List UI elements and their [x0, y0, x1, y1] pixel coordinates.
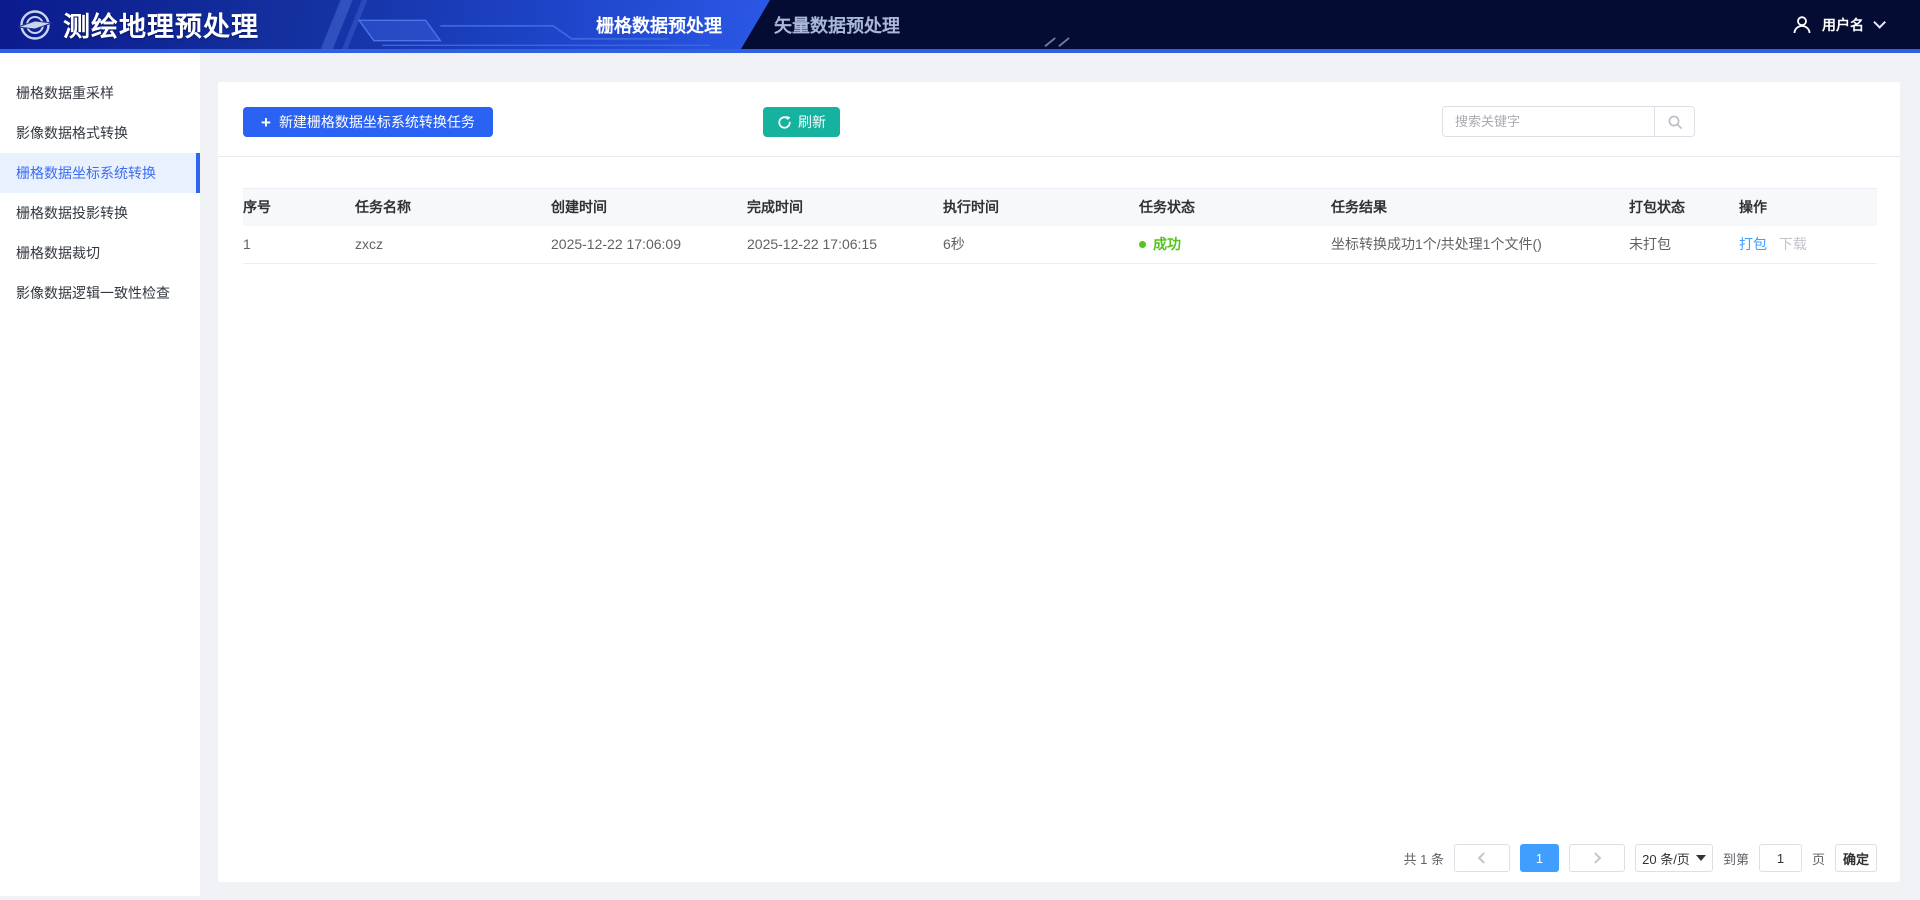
- refresh-button-label: 刷新: [798, 112, 826, 132]
- user-icon: [1791, 14, 1813, 36]
- username-label: 用户名: [1822, 15, 1864, 35]
- app-header: 测绘地理预处理 栅格数据预处理 矢量数据预处理 用户名: [0, 0, 1920, 53]
- cell-finished-time: 2025-12-22 17:06:15: [747, 226, 943, 264]
- task-table: 序号 任务名称 创建时间 完成时间 执行时间 任务状态 任务结果 打包状态 操作: [243, 188, 1877, 264]
- col-finished-time: 完成时间: [747, 189, 943, 226]
- col-created-time: 创建时间: [551, 189, 747, 226]
- cell-duration: 6秒: [943, 226, 1139, 264]
- cell-package-status: 未打包: [1629, 226, 1739, 264]
- cell-index: 1: [243, 226, 355, 264]
- plus-icon: +: [261, 114, 271, 131]
- user-menu[interactable]: 用户名: [1791, 0, 1882, 49]
- task-table-wrap: 序号 任务名称 创建时间 完成时间 执行时间 任务状态 任务结果 打包状态 操作: [243, 188, 1877, 264]
- col-package-status: 打包状态: [1629, 189, 1739, 226]
- goto-confirm-button[interactable]: 确定: [1835, 844, 1877, 872]
- sidebar-item-image-logic-check[interactable]: 影像数据逻辑一致性检查: [0, 273, 200, 313]
- new-task-button[interactable]: + 新建栅格数据坐标系统转换任务: [243, 107, 493, 137]
- col-index: 序号: [243, 189, 355, 226]
- cell-task-name: zxcz: [355, 226, 551, 264]
- sidebar-item-raster-resample[interactable]: 栅格数据重采样: [0, 73, 200, 113]
- main-area: + 新建栅格数据坐标系统转换任务 刷新: [200, 53, 1920, 896]
- search-button[interactable]: [1654, 107, 1694, 136]
- refresh-icon: [777, 115, 792, 130]
- next-page-button[interactable]: [1569, 844, 1625, 872]
- col-task-name: 任务名称: [355, 189, 551, 226]
- chevron-left-icon: [1478, 852, 1489, 863]
- sidebar: 栅格数据重采样 影像数据格式转换 栅格数据坐标系统转换 栅格数据投影转换 栅格数…: [0, 53, 200, 896]
- table-row: 1 zxcz 2025-12-22 17:06:09 2025-12-22 17…: [243, 226, 1877, 264]
- sidebar-item-raster-projection-convert[interactable]: 栅格数据投影转换: [0, 193, 200, 233]
- refresh-button[interactable]: 刷新: [763, 107, 840, 137]
- page-size-label: 20 条/页: [1642, 849, 1690, 868]
- search-icon: [1667, 114, 1683, 130]
- app-logo-icon: [17, 7, 53, 43]
- prev-page-button[interactable]: [1454, 844, 1510, 872]
- app-title: 测绘地理预处理: [63, 5, 259, 44]
- download-link: 下载: [1779, 236, 1807, 252]
- cell-result: 坐标转换成功1个/共处理1个文件(): [1331, 226, 1629, 264]
- top-nav: 栅格数据预处理 矢量数据预处理: [592, 0, 904, 49]
- current-page-button[interactable]: 1: [1520, 844, 1559, 872]
- status-dot: [1139, 241, 1146, 248]
- cell-created-time: 2025-12-22 17:06:09: [551, 226, 747, 264]
- table-header-row: 序号 任务名称 创建时间 完成时间 执行时间 任务状态 任务结果 打包状态 操作: [243, 189, 1877, 226]
- caret-down-icon: [1696, 855, 1706, 861]
- chevron-down-icon: [1873, 16, 1886, 29]
- chevron-right-icon: [1590, 852, 1601, 863]
- cell-actions: 打包 下载: [1739, 226, 1877, 264]
- col-result: 任务结果: [1331, 189, 1629, 226]
- goto-page-input[interactable]: [1759, 844, 1802, 872]
- sidebar-item-raster-coord-convert[interactable]: 栅格数据坐标系统转换: [0, 153, 200, 193]
- tab-raster-preprocess[interactable]: 栅格数据预处理: [592, 12, 726, 38]
- new-task-button-label: 新建栅格数据坐标系统转换任务: [279, 112, 475, 132]
- col-status: 任务状态: [1139, 189, 1331, 226]
- package-link[interactable]: 打包: [1739, 236, 1767, 252]
- page-size-select[interactable]: 20 条/页: [1635, 844, 1713, 872]
- toolbar: + 新建栅格数据坐标系统转换任务 刷新: [218, 82, 1900, 157]
- sidebar-item-image-format-convert[interactable]: 影像数据格式转换: [0, 113, 200, 153]
- goto-prefix-label: 到第: [1723, 849, 1749, 868]
- pagination: 共 1 条 1 20 条/页 到第 页 确定: [1404, 844, 1878, 872]
- content-card: + 新建栅格数据坐标系统转换任务 刷新: [218, 82, 1900, 882]
- tab-vector-preprocess[interactable]: 矢量数据预处理: [770, 12, 904, 38]
- goto-suffix-label: 页: [1812, 849, 1825, 868]
- search-box: [1442, 106, 1695, 137]
- col-actions: 操作: [1739, 189, 1877, 226]
- status-text: 成功: [1153, 234, 1181, 254]
- cell-status: 成功: [1139, 226, 1331, 264]
- sidebar-item-raster-clip[interactable]: 栅格数据裁切: [0, 233, 200, 273]
- col-duration: 执行时间: [943, 189, 1139, 226]
- total-count-label: 共 1 条: [1404, 849, 1444, 868]
- search-input[interactable]: [1443, 107, 1654, 136]
